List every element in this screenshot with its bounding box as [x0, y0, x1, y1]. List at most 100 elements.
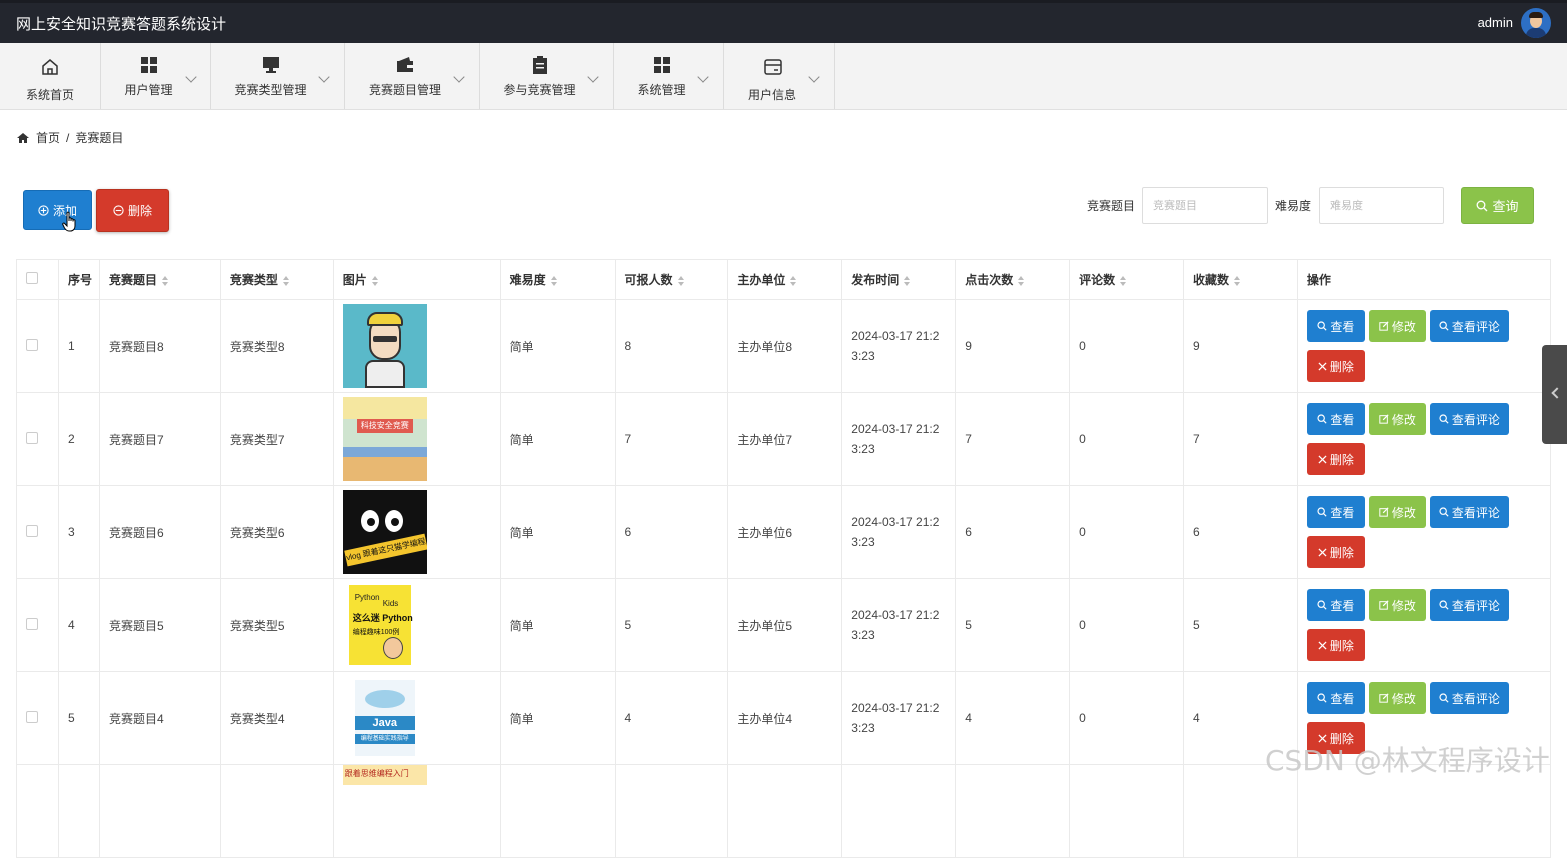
view-button[interactable]: 查看: [1306, 403, 1365, 435]
column-header[interactable]: 点击次数: [955, 259, 1071, 300]
row-checkbox[interactable]: [26, 338, 38, 351]
user-avatar[interactable]: [1521, 8, 1551, 38]
search-icon: [1439, 600, 1449, 610]
select-all-cell[interactable]: [16, 259, 59, 300]
edit-button[interactable]: 修改: [1368, 403, 1426, 435]
sort-icon[interactable]: [790, 275, 797, 286]
delete-label: 删除: [1329, 638, 1354, 653]
search-icon: [1439, 321, 1449, 331]
sort-icon[interactable]: [904, 275, 911, 286]
sort-icon[interactable]: [1234, 275, 1241, 286]
thumbnail-image[interactable]: Python Kids 这么迷 Python 编程趣味100例: [342, 583, 427, 667]
sort-icon[interactable]: [371, 275, 378, 286]
view-button[interactable]: 查看: [1306, 682, 1365, 714]
row-checkbox[interactable]: [26, 617, 38, 630]
row-delete-button[interactable]: 删除: [1306, 536, 1365, 568]
hand-cursor-icon: [62, 211, 76, 232]
cell-image[interactable]: Python Kids 这么迷 Python 编程趣味100例: [332, 578, 501, 672]
view-button[interactable]: 查看: [1306, 310, 1365, 342]
row-delete-button[interactable]: 删除: [1306, 629, 1365, 661]
cell-difficulty: 简单: [499, 578, 616, 672]
close-icon: [1318, 547, 1327, 557]
column-header[interactable]: 主办单位: [727, 259, 843, 300]
nav-item-home[interactable]: 系统首页: [0, 43, 101, 109]
cell-image[interactable]: Java 编程基础实践指导: [332, 671, 501, 765]
cell-clicks: 6: [955, 485, 1071, 579]
edit-button[interactable]: 修改: [1368, 496, 1426, 528]
row-delete-button[interactable]: 删除: [1306, 443, 1365, 475]
column-header: 序号: [57, 259, 100, 300]
view-label: 查看: [1330, 319, 1355, 334]
column-header[interactable]: 竞赛题目: [98, 259, 221, 300]
sort-icon[interactable]: [161, 275, 168, 286]
cell-quota: 4: [614, 671, 729, 765]
cell-difficulty: 简单: [499, 485, 616, 579]
nav-item-system[interactable]: 系统管理: [614, 43, 724, 109]
row-checkbox[interactable]: [26, 710, 38, 723]
delete-label: 删除: [1329, 359, 1354, 374]
side-collapse-tab[interactable]: [1542, 345, 1567, 444]
column-header[interactable]: 可报人数: [614, 259, 729, 300]
column-header[interactable]: 难易度: [499, 259, 616, 300]
column-header[interactable]: 收藏数: [1183, 259, 1298, 300]
nav-item-participation[interactable]: 参与竞赛管理: [480, 43, 614, 109]
search-difficulty-input[interactable]: [1319, 187, 1444, 224]
cell-image[interactable]: 科技安全竞赛: [332, 392, 501, 486]
edit-button[interactable]: 修改: [1368, 589, 1426, 621]
nav-item-contest-questions[interactable]: 竞赛题目管理: [345, 43, 480, 109]
sort-icon[interactable]: [282, 275, 289, 286]
cell-no: 3: [57, 485, 100, 579]
thumbnail-image[interactable]: 科技安全竞赛: [342, 397, 427, 481]
column-header[interactable]: 评论数: [1069, 259, 1184, 300]
breadcrumb-home[interactable]: 首页: [36, 129, 60, 146]
column-header[interactable]: 图片: [332, 259, 501, 300]
view-button[interactable]: 查看: [1306, 589, 1365, 621]
nav-label: 参与竞赛管理: [503, 83, 576, 97]
nav-item-users[interactable]: 用户管理: [101, 43, 211, 109]
cell-time: 2024-03-17 21:2 3:23: [841, 299, 957, 393]
cell-time: 2024-03-17 21:2 3:23: [841, 671, 957, 765]
query-button[interactable]: 查询: [1461, 187, 1534, 224]
row-checkbox[interactable]: [26, 524, 38, 537]
user-name[interactable]: admin: [1478, 15, 1513, 30]
comments-label: 查看评论: [1451, 412, 1500, 427]
edit-button[interactable]: 修改: [1368, 682, 1426, 714]
view-comments-button[interactable]: 查看评论: [1429, 496, 1509, 528]
sort-icon[interactable]: [1018, 275, 1025, 286]
view-comments-button[interactable]: 查看评论: [1429, 682, 1509, 714]
add-button[interactable]: 添加: [23, 190, 92, 230]
thumbnail-image[interactable]: 跟着思维编程入门: [342, 765, 427, 785]
thumbnail-image[interactable]: Java 编程基础实践指导: [342, 676, 427, 760]
view-label: 查看: [1330, 598, 1355, 613]
sort-icon[interactable]: [677, 275, 684, 286]
cell-image[interactable]: [332, 299, 501, 393]
delete-label: 删除: [1329, 545, 1354, 560]
cell-clicks: 9: [955, 299, 1071, 393]
view-comments-button[interactable]: 查看评论: [1429, 310, 1509, 342]
view-comments-button[interactable]: 查看评论: [1429, 589, 1509, 621]
thumbnail-image[interactable]: vlog 跟着这只猫学编程: [342, 490, 427, 574]
cell-image[interactable]: vlog 跟着这只猫学编程: [332, 485, 501, 579]
search-title-label: 竞赛题目: [1087, 199, 1136, 213]
view-comments-button[interactable]: 查看评论: [1429, 403, 1509, 435]
view-button[interactable]: 查看: [1306, 496, 1365, 528]
sort-icon[interactable]: [1120, 275, 1127, 286]
thumbnail-image[interactable]: [342, 304, 427, 388]
sort-icon[interactable]: [550, 275, 557, 286]
nav-item-contest-types[interactable]: 竞赛类型管理: [211, 43, 345, 109]
nav-item-user-info[interactable]: 用户信息: [724, 43, 835, 109]
row-checkbox[interactable]: [26, 431, 38, 444]
search-title-input[interactable]: [1142, 187, 1268, 224]
cell-no: 5: [57, 671, 100, 765]
column-header[interactable]: 竞赛类型: [219, 259, 334, 300]
column-header[interactable]: 发布时间: [841, 259, 957, 300]
search-icon: [1317, 414, 1327, 424]
grid-icon: [141, 57, 157, 73]
cell-difficulty: 简单: [499, 392, 616, 486]
row-delete-button[interactable]: 删除: [1306, 350, 1365, 382]
select-all-checkbox[interactable]: [26, 272, 38, 284]
edit-button[interactable]: 修改: [1368, 310, 1426, 342]
row-actions: 查看 修改 查看评论 删除: [1306, 403, 1537, 475]
delete-button[interactable]: 删除: [96, 189, 169, 232]
search-icon: [1477, 200, 1488, 211]
